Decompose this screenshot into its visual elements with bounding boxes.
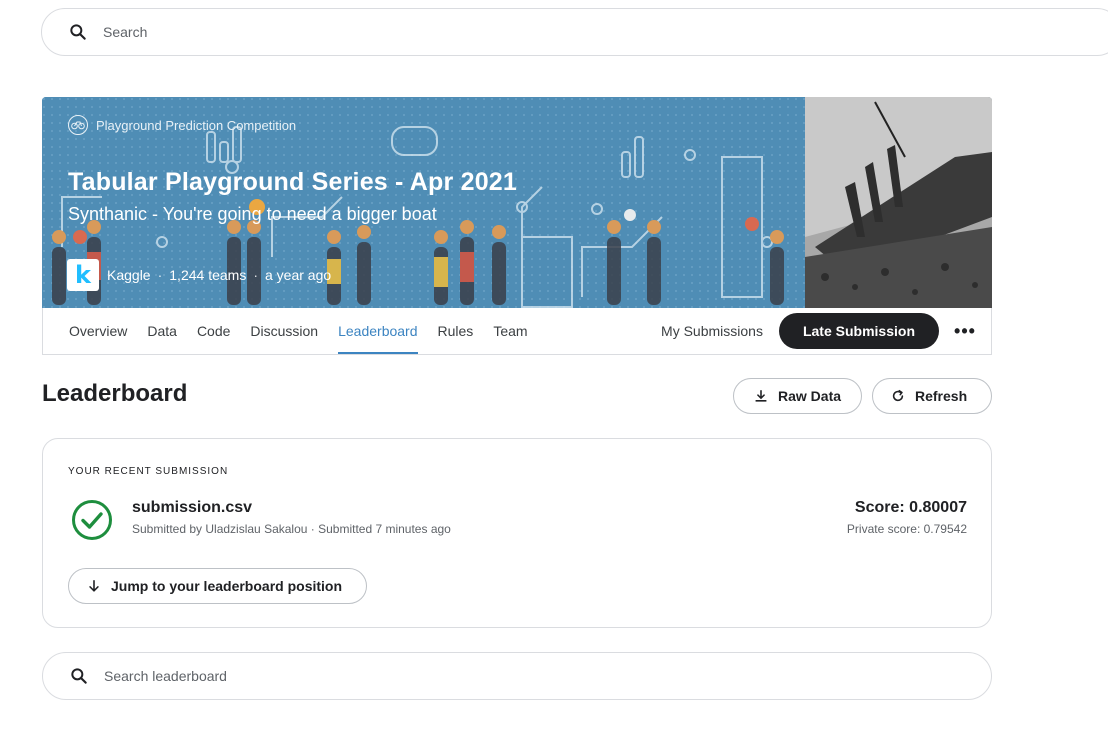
jump-label: Jump to your leaderboard position: [111, 578, 343, 594]
competition-meta: k Kaggle · 1,244 teams · a year ago: [67, 259, 331, 291]
public-score: Score: 0.80007: [854, 499, 967, 516]
leaderboard-search-bar[interactable]: Search leaderboard: [42, 652, 992, 700]
competition-title: Tabular Playground Series - Apr 2021: [68, 168, 518, 196]
tab-data[interactable]: Data: [147, 308, 177, 354]
refresh-button[interactable]: Refresh: [872, 378, 993, 414]
tab-overview[interactable]: Overview: [69, 308, 127, 354]
competition-type: Playground Prediction Competition: [68, 115, 296, 135]
raw-data-label: Raw Data: [778, 388, 842, 404]
bicycle-icon: [68, 115, 88, 135]
competition-header-banner: Playground Prediction Competition Tabula…: [42, 97, 992, 308]
competition-tabs: Overview Data Code Discussion Leaderboar…: [42, 308, 992, 355]
global-search-bar[interactable]: Search: [41, 8, 1108, 56]
download-icon: [755, 389, 767, 402]
late-submission-button[interactable]: Late Submission: [778, 313, 939, 349]
competition-subtitle: Synthanic - You're going to need a bigge…: [68, 204, 437, 224]
leaderboard-search-input[interactable]: Search leaderboard: [104, 668, 227, 684]
tab-rules[interactable]: Rules: [438, 308, 474, 354]
host-name[interactable]: Kaggle: [107, 267, 151, 283]
competition-age: a year ago: [265, 267, 332, 283]
titanic-photo: [805, 97, 992, 308]
submission-filename[interactable]: submission.csv: [132, 499, 252, 517]
my-submissions-link[interactable]: My Submissions: [661, 323, 763, 339]
submission-meta: Submitted by Uladzislau Sakalou · Submit…: [132, 522, 451, 536]
arrow-down-icon: [89, 579, 99, 592]
tab-discussion[interactable]: Discussion: [250, 308, 318, 354]
page-title: Leaderboard: [42, 380, 188, 407]
more-options-icon[interactable]: •••: [939, 321, 991, 342]
separator: ·: [157, 267, 163, 283]
tab-team[interactable]: Team: [493, 308, 527, 354]
separator: ·: [253, 267, 258, 283]
team-count: 1,244 teams: [169, 267, 247, 283]
search-icon: [71, 668, 87, 684]
search-icon: [70, 24, 86, 40]
refresh-icon: [892, 389, 904, 402]
recent-submission-card: YOUR RECENT SUBMISSION submission.csv Su…: [42, 438, 992, 628]
search-input[interactable]: Search: [103, 24, 147, 40]
card-heading: YOUR RECENT SUBMISSION: [68, 466, 229, 477]
raw-data-button[interactable]: Raw Data: [733, 378, 863, 414]
kaggle-logo[interactable]: k: [67, 259, 99, 291]
private-score: Private score: 0.79542: [846, 522, 967, 536]
tab-leaderboard[interactable]: Leaderboard: [338, 308, 418, 354]
refresh-label: Refresh: [915, 388, 968, 404]
competition-type-label: Playground Prediction Competition: [96, 117, 297, 133]
tab-code[interactable]: Code: [197, 308, 230, 354]
check-circle-icon: [72, 500, 112, 540]
jump-to-position-button[interactable]: Jump to your leaderboard position: [68, 568, 368, 604]
